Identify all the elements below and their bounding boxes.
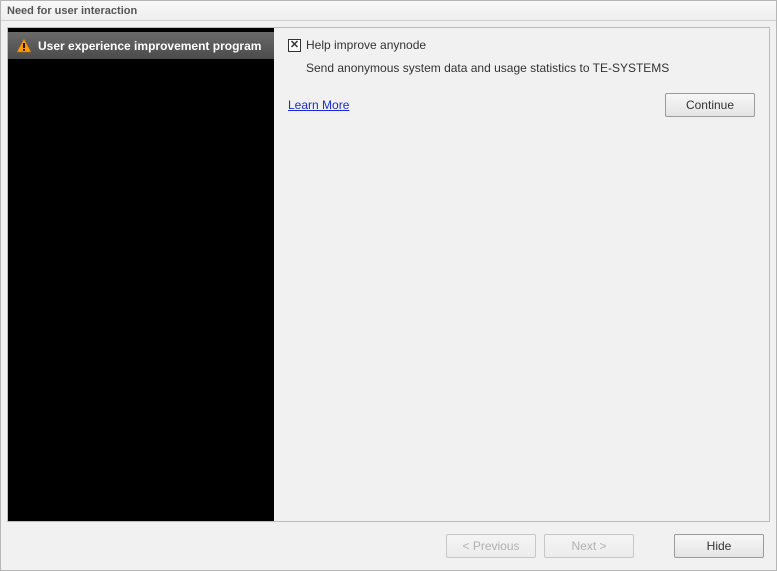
sidebar: User experience improvement program [8, 28, 274, 521]
footer-buttons: < Previous Next > Hide [7, 528, 770, 564]
continue-button[interactable]: Continue [665, 93, 755, 117]
content-action-row: Learn More Continue [288, 93, 755, 117]
dialog-body: User experience improvement program ✕ He… [1, 21, 776, 570]
hide-button[interactable]: Hide [674, 534, 764, 558]
help-improve-label: Help improve anynode [306, 38, 426, 52]
window-title: Need for user interaction [7, 5, 137, 17]
next-button-label: Next > [571, 539, 606, 553]
next-button: Next > [544, 534, 634, 558]
help-improve-row: ✕ Help improve anynode [288, 38, 755, 52]
hide-button-label: Hide [707, 539, 732, 553]
sidebar-item-user-experience[interactable]: User experience improvement program [8, 32, 274, 59]
previous-button: < Previous [446, 534, 536, 558]
main-panel: User experience improvement program ✕ He… [7, 27, 770, 522]
learn-more-link[interactable]: Learn More [288, 98, 349, 112]
warning-icon [16, 38, 32, 54]
dialog-window: Need for user interaction User experienc… [0, 0, 777, 571]
previous-button-label: < Previous [462, 539, 519, 553]
sidebar-item-label: User experience improvement program [38, 39, 261, 53]
continue-button-label: Continue [686, 98, 734, 112]
content-panel: ✕ Help improve anynode Send anonymous sy… [274, 28, 769, 521]
help-improve-description: Send anonymous system data and usage sta… [306, 60, 755, 77]
help-improve-checkbox[interactable]: ✕ [288, 39, 301, 52]
window-title-bar: Need for user interaction [1, 1, 776, 21]
